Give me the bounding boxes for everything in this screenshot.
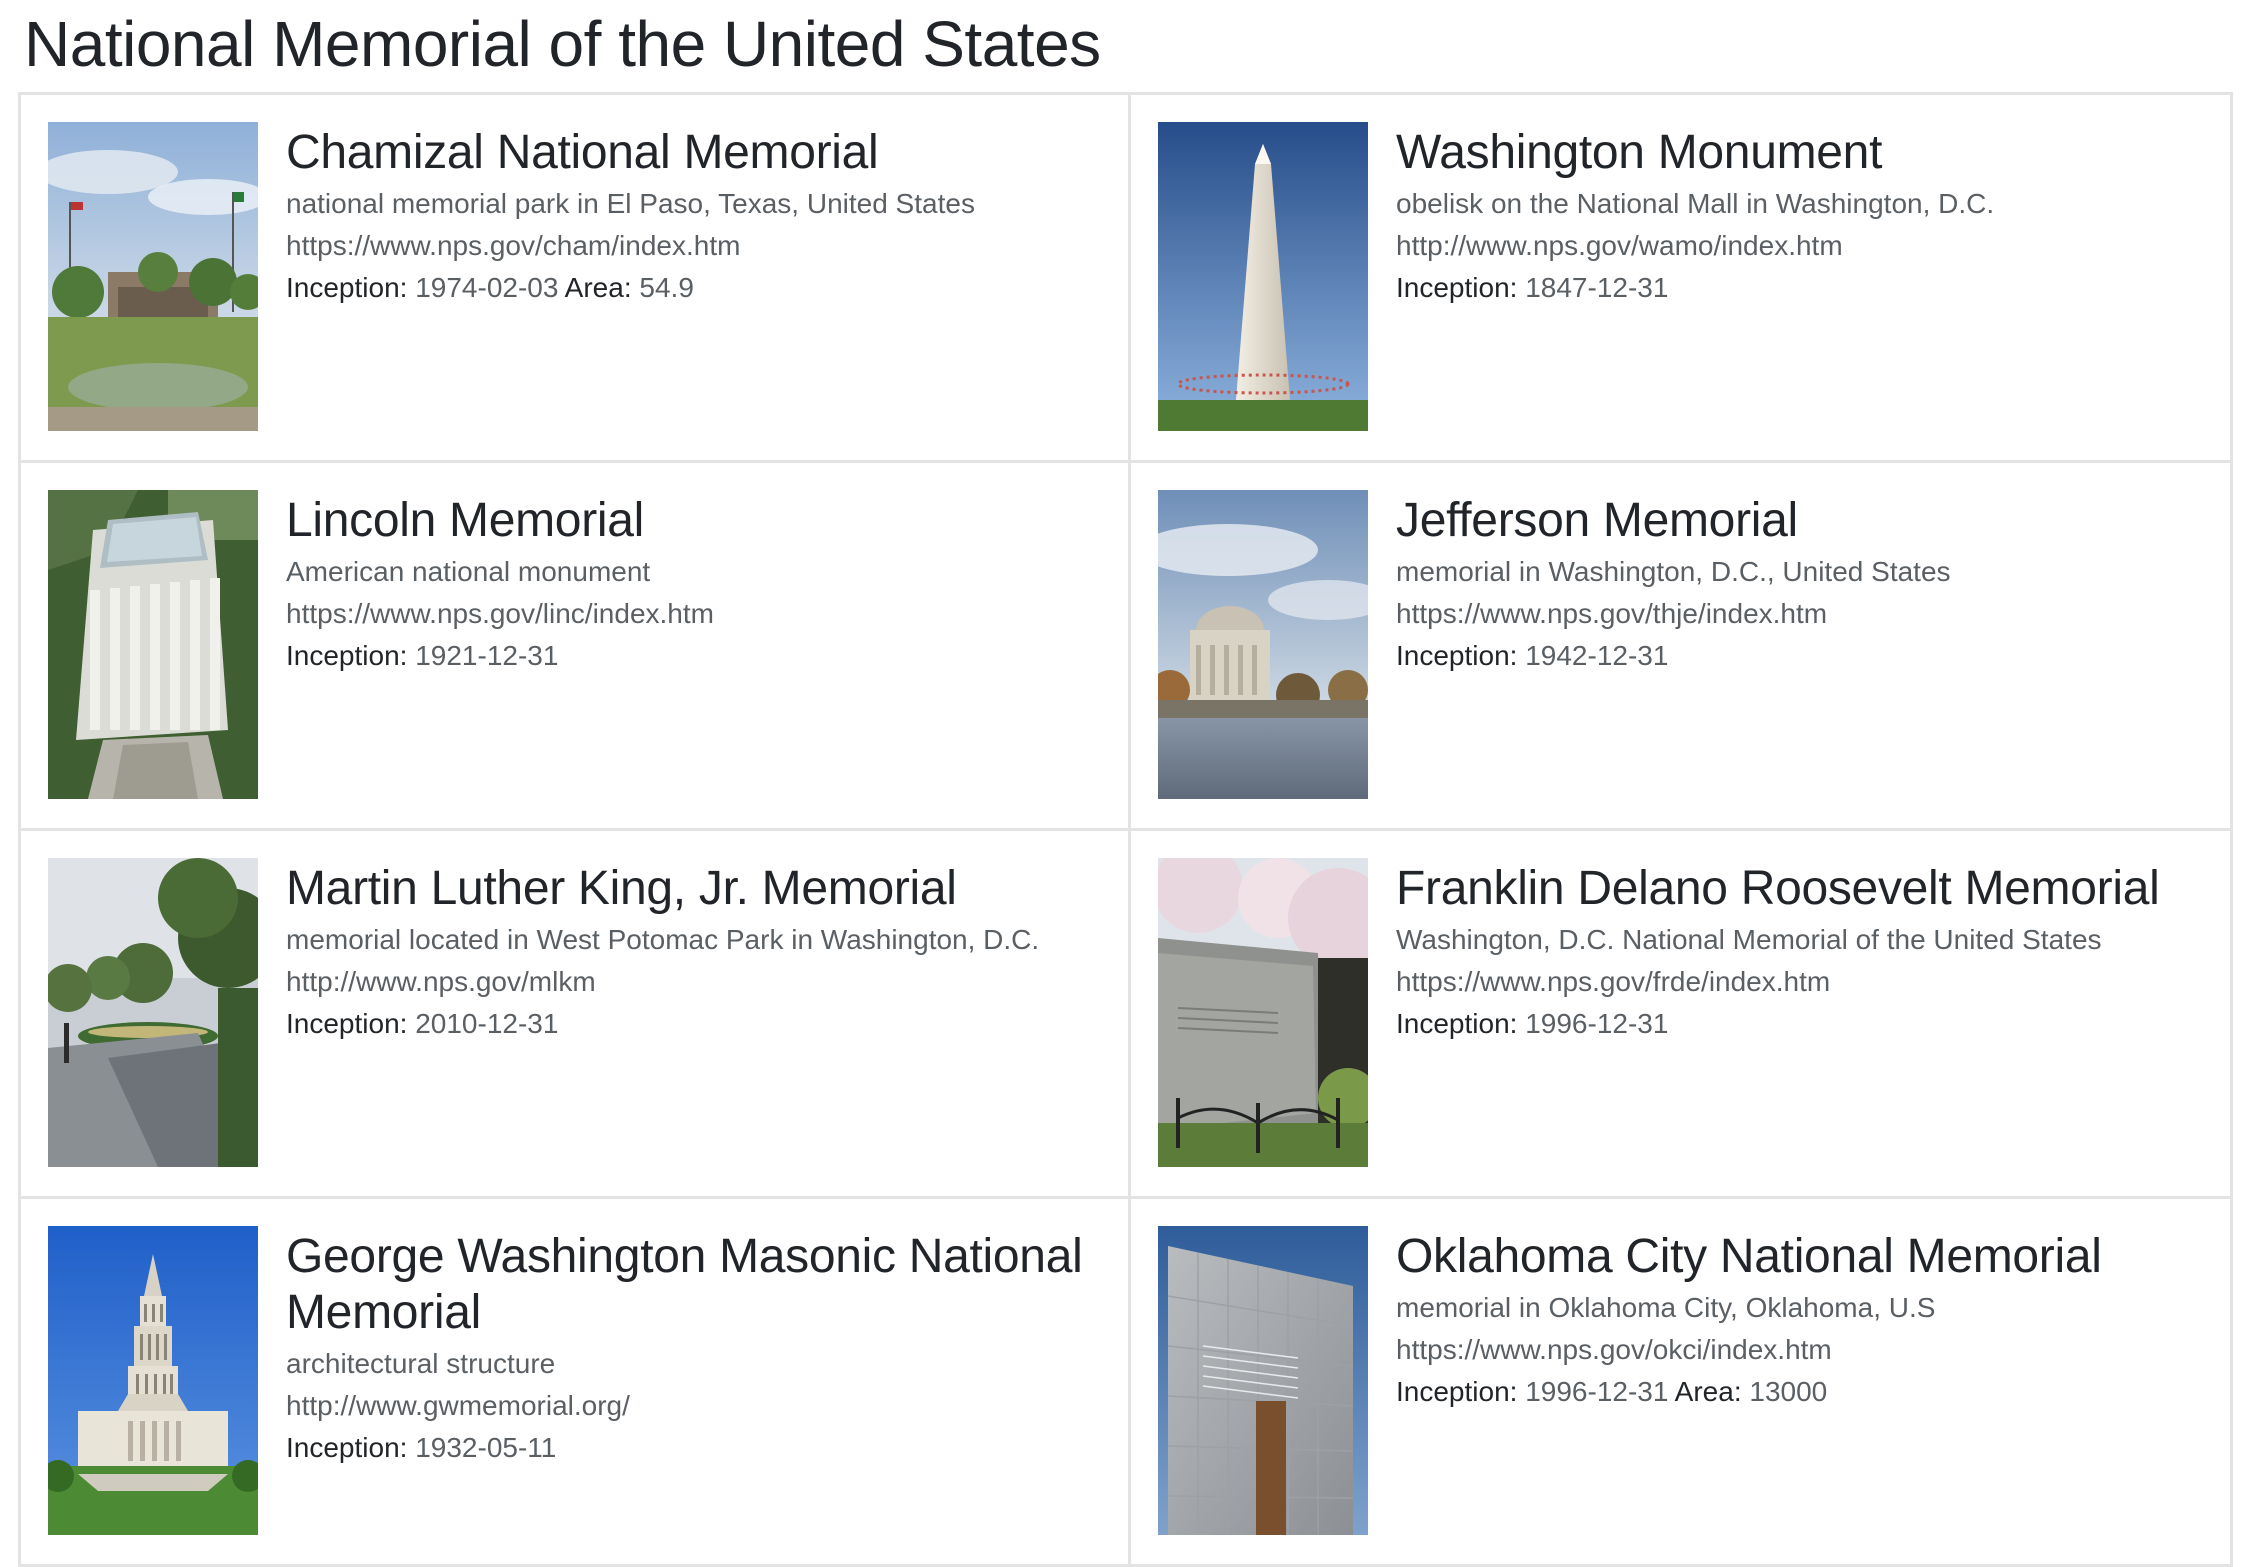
memorial-card: Franklin Delano Roosevelt Memorial Washi… xyxy=(1131,831,2233,1199)
card-url-link[interactable]: http://www.nps.gov/wamo/index.htm xyxy=(1396,225,2202,267)
card-url-link[interactable]: http://www.nps.gov/mlkm xyxy=(286,961,1100,1003)
card-title[interactable]: George Washington Masonic National Memor… xyxy=(286,1229,1100,1341)
inception-label: Inception: xyxy=(286,640,408,671)
card-meta: Inception: 1996-12-31 xyxy=(1396,1003,2202,1045)
memorial-card: Jefferson Memorial memorial in Washingto… xyxy=(1131,463,2233,831)
inception-label: Inception: xyxy=(286,272,408,303)
inception-label: Inception: xyxy=(1396,1376,1518,1407)
memorial-card: Lincoln Memorial American national monum… xyxy=(21,463,1131,831)
area-label: Area: xyxy=(1674,1376,1742,1407)
jefferson-memorial-photo[interactable] xyxy=(1158,490,1368,799)
card-url-link[interactable]: https://www.nps.gov/okci/index.htm xyxy=(1396,1329,2202,1371)
card-meta: Inception: 1932-05-11 xyxy=(286,1427,1100,1469)
memorial-card: Chamizal National Memorial national memo… xyxy=(21,95,1131,463)
inception-value: 2010-12-31 xyxy=(415,1008,559,1039)
washington-monument-photo[interactable] xyxy=(1158,122,1368,431)
inception-value: 1932-05-11 xyxy=(415,1432,557,1463)
card-title[interactable]: Washington Monument xyxy=(1396,125,2202,181)
memorial-card: Oklahoma City National Memorial memorial… xyxy=(1131,1199,2233,1567)
oklahoma-city-memorial-photo[interactable] xyxy=(1158,1226,1368,1535)
area-value: 13000 xyxy=(1749,1376,1828,1407)
lincoln-memorial-photo[interactable] xyxy=(48,490,258,799)
inception-value: 1996-12-31 xyxy=(1525,1376,1669,1407)
card-url-link[interactable]: http://www.gwmemorial.org/ xyxy=(286,1385,1100,1427)
card-description: memorial in Oklahoma City, Oklahoma, U.S xyxy=(1396,1292,1936,1323)
memorial-card: Martin Luther King, Jr. Memorial memoria… xyxy=(21,831,1131,1199)
card-title[interactable]: Lincoln Memorial xyxy=(286,493,1100,549)
card-description: memorial in Washington, D.C., United Sta… xyxy=(1396,556,1951,587)
card-description: architectural structure xyxy=(286,1348,556,1379)
memorial-grid: Chamizal National Memorial national memo… xyxy=(18,92,2233,1567)
memorial-card: George Washington Masonic National Memor… xyxy=(21,1199,1131,1567)
card-title[interactable]: Martin Luther King, Jr. Memorial xyxy=(286,861,1100,917)
inception-value: 1921-12-31 xyxy=(415,640,559,671)
inception-label: Inception: xyxy=(286,1432,408,1463)
card-meta: Inception: 1921-12-31 xyxy=(286,635,1100,677)
inception-value: 1996-12-31 xyxy=(1525,1008,1669,1039)
inception-label: Inception: xyxy=(286,1008,408,1039)
card-title[interactable]: Chamizal National Memorial xyxy=(286,125,1100,181)
card-description: obelisk on the National Mall in Washingt… xyxy=(1396,188,1995,219)
inception-label: Inception: xyxy=(1396,272,1518,303)
area-label: Area: xyxy=(564,272,632,303)
card-title[interactable]: Jefferson Memorial xyxy=(1396,493,2202,549)
memorial-card: Washington Monument obelisk on the Natio… xyxy=(1131,95,2233,463)
fdr-memorial-photo[interactable] xyxy=(1158,858,1368,1167)
page-title: National Memorial of the United States xyxy=(24,8,1101,80)
card-description: Washington, D.C. National Memorial of th… xyxy=(1396,924,2102,955)
inception-value: 1974-02-03 xyxy=(415,272,559,303)
inception-label: Inception: xyxy=(1396,1008,1518,1039)
area-value: 54.9 xyxy=(639,272,694,303)
gw-masonic-memorial-photo[interactable] xyxy=(48,1226,258,1535)
card-meta: Inception: 2010-12-31 xyxy=(286,1003,1100,1045)
inception-label: Inception: xyxy=(1396,640,1518,671)
chamizal-park-photo[interactable] xyxy=(48,122,258,431)
mlk-memorial-photo[interactable] xyxy=(48,858,258,1167)
card-title[interactable]: Franklin Delano Roosevelt Memorial xyxy=(1396,861,2202,917)
card-description: American national monument xyxy=(286,556,651,587)
card-title[interactable]: Oklahoma City National Memorial xyxy=(1396,1229,2202,1285)
card-meta: Inception: 1847-12-31 xyxy=(1396,267,2202,309)
card-description: national memorial park in El Paso, Texas… xyxy=(286,188,975,219)
card-url-link[interactable]: https://www.nps.gov/thje/index.htm xyxy=(1396,593,2202,635)
inception-value: 1942-12-31 xyxy=(1525,640,1669,671)
card-meta: Inception: 1996-12-31 Area: 13000 xyxy=(1396,1371,2202,1413)
card-meta: Inception: 1974-02-03 Area: 54.9 xyxy=(286,267,1100,309)
card-url-link[interactable]: https://www.nps.gov/cham/index.htm xyxy=(286,225,1100,267)
card-description: memorial located in West Potomac Park in… xyxy=(286,924,1040,955)
inception-value: 1847-12-31 xyxy=(1525,272,1669,303)
card-url-link[interactable]: https://www.nps.gov/frde/index.htm xyxy=(1396,961,2202,1003)
card-url-link[interactable]: https://www.nps.gov/linc/index.htm xyxy=(286,593,1100,635)
card-meta: Inception: 1942-12-31 xyxy=(1396,635,2202,677)
